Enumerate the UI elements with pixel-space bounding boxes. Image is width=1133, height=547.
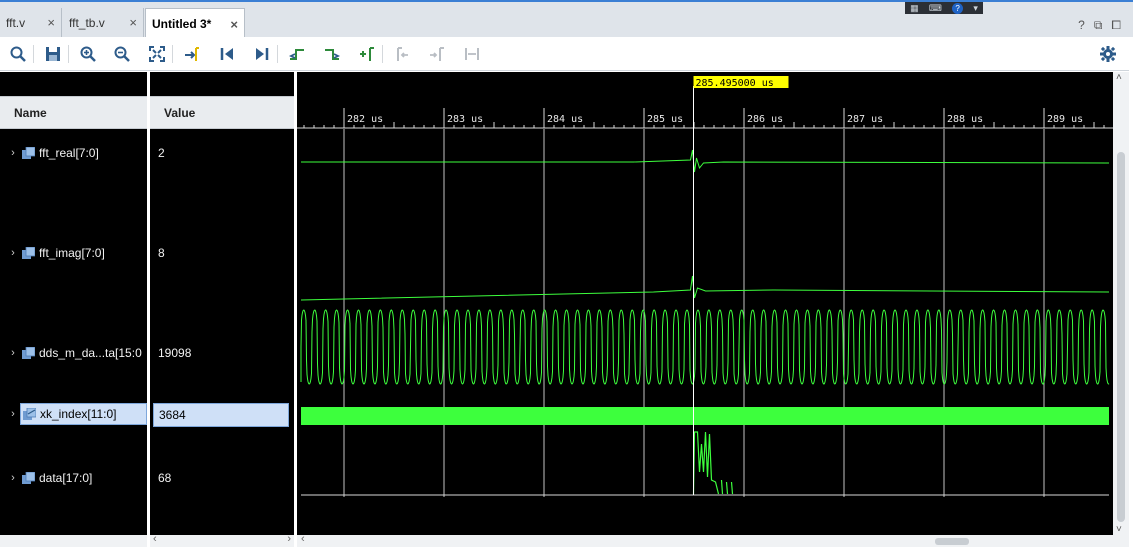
grid-icon[interactable]: ▦ <box>910 3 919 14</box>
scrollbar-thumb[interactable] <box>1117 152 1125 522</box>
ruler-tick-label: 285 us <box>647 114 683 125</box>
signal-name: data[17:0] <box>39 471 93 485</box>
analog-signal-icon <box>22 247 35 259</box>
expand-chevron-icon[interactable]: › <box>6 472 20 484</box>
fft-imag-trace <box>300 275 1110 301</box>
next-transition-icon[interactable] <box>323 45 341 63</box>
signal-value: 2 <box>158 146 165 160</box>
expand-chevron-icon[interactable]: › <box>6 147 20 159</box>
zoom-in-icon[interactable] <box>79 45 97 63</box>
scroll-down-icon[interactable]: ˅ <box>1116 524 1122 535</box>
expand-chevron-icon[interactable]: › <box>6 408 20 420</box>
go-to-cursor-icon[interactable] <box>183 45 201 63</box>
signal-name: xk_index[11:0] <box>40 407 117 421</box>
waveform-horizontal-scrollbar[interactable]: ‹ <box>297 533 1129 547</box>
next-marker-icon <box>428 45 446 63</box>
dropdown-icon[interactable]: ▾ <box>973 3 978 14</box>
tab-fft-tb-v[interactable]: fft_tb.v × <box>63 8 144 37</box>
save-icon[interactable] <box>44 45 62 63</box>
close-icon[interactable]: × <box>129 15 137 30</box>
signal-value-selected: 3684 <box>153 403 289 427</box>
close-icon[interactable]: × <box>230 17 238 32</box>
ruler-tick-label: 283 us <box>447 114 483 125</box>
signal-row-data[interactable]: › data[17:0] <box>0 468 147 488</box>
name-column-header[interactable]: Name <box>0 96 147 129</box>
ruler-tick-label: 284 us <box>547 114 583 125</box>
signal-row-fft-imag[interactable]: › fft_imag[7:0] <box>0 243 147 263</box>
signal-value: 68 <box>158 471 172 485</box>
close-icon[interactable]: × <box>47 15 55 30</box>
waveform-canvas[interactable]: 282 us 283 us 284 us 285 us 286 us 287 us 288 … <box>297 72 1113 547</box>
restore-button[interactable]: ⧉ <box>1094 18 1103 33</box>
ruler-tick-label: 289 us <box>1047 114 1083 125</box>
cursor-time-label: 285.495000 us <box>696 78 774 89</box>
signal-name: fft_real[7:0] <box>39 146 99 160</box>
data-trace <box>692 431 734 495</box>
fft-real-trace <box>301 149 1110 173</box>
swap-cursors-icon <box>463 45 481 63</box>
scrollbar-thumb[interactable] <box>935 538 969 545</box>
waveform-toolbar <box>0 37 1133 71</box>
ruler-tick-label: 286 us <box>747 114 783 125</box>
tab-label: Untitled 3* <box>152 17 212 31</box>
previous-transition-icon[interactable] <box>288 45 306 63</box>
help-button[interactable]: ? <box>1078 18 1085 33</box>
scroll-left-icon[interactable]: ‹ <box>301 533 305 545</box>
window-controls: ? ⧉ ⧠ <box>1078 18 1121 33</box>
tab-fft-v[interactable]: fft.v × <box>0 8 62 37</box>
signal-name: dds_m_da...ta[15:0 <box>39 346 142 360</box>
value-column-header[interactable]: Value <box>150 96 294 129</box>
ruler-tick-label: 288 us <box>947 114 983 125</box>
signal-value: 19098 <box>158 346 192 360</box>
zoom-fit-icon[interactable] <box>148 45 166 63</box>
xk-index-bus-trace <box>301 407 1109 425</box>
name-panel-horizontal-scrollbar[interactable] <box>0 535 147 547</box>
go-to-start-icon[interactable] <box>218 45 236 63</box>
previous-marker-icon <box>393 45 411 63</box>
expand-chevron-icon[interactable]: › <box>6 247 20 259</box>
system-tray: ▦ ⌨ ? ▾ <box>905 2 983 14</box>
scroll-right-icon[interactable]: › <box>287 533 291 545</box>
analog-signal-icon <box>22 472 35 484</box>
analog-signal-icon <box>22 147 35 159</box>
signal-name: fft_imag[7:0] <box>39 246 105 260</box>
expand-chevron-icon[interactable]: › <box>6 347 20 359</box>
analog-signal-icon <box>22 347 35 359</box>
add-marker-icon[interactable] <box>358 45 376 63</box>
tab-label: fft.v <box>6 15 26 30</box>
keyboard-icon[interactable]: ⌨ <box>929 3 942 14</box>
bus-signal-icon <box>23 408 36 420</box>
ruler-tick-label: 287 us <box>847 114 883 125</box>
editor-tab-bar: fft.v × fft_tb.v × Untitled 3* × ▦ ⌨ ? ▾… <box>0 0 1133 39</box>
waveform-vertical-scrollbar[interactable]: ˄ ˅ <box>1113 72 1129 535</box>
signal-row-fft-real[interactable]: › fft_real[7:0] <box>0 143 147 163</box>
zoom-out-icon[interactable] <box>113 45 131 63</box>
value-panel-horizontal-scrollbar[interactable]: ‹ › <box>150 533 294 547</box>
signal-value-panel: Value 2 8 19098 3684 68 ‹ › <box>150 72 294 547</box>
tab-untitled-3[interactable]: Untitled 3* × <box>145 8 245 39</box>
scroll-left-icon[interactable]: ‹ <box>153 533 157 545</box>
signal-row-xk-index[interactable]: › xk_index[11:0] <box>0 403 147 425</box>
scroll-up-icon[interactable]: ˄ <box>1116 72 1122 83</box>
maximize-button[interactable]: ⧠ <box>1111 18 1121 33</box>
ruler-tick-label: 282 us <box>347 114 383 125</box>
help-icon[interactable]: ? <box>952 2 964 14</box>
search-icon[interactable] <box>9 45 27 63</box>
go-to-end-icon[interactable] <box>253 45 271 63</box>
dds-m-data-trace <box>300 309 1110 385</box>
tab-label: fft_tb.v <box>69 15 105 30</box>
waveform-svg[interactable]: 282 us 283 us 284 us 285 us 286 us 287 us 288 … <box>297 72 1113 547</box>
signal-name-panel: Name › fft_real[7:0] › fft_imag[7:0] › d… <box>0 72 147 547</box>
settings-gear-icon[interactable] <box>1099 45 1117 63</box>
signal-value: 8 <box>158 246 165 260</box>
signal-row-dds-m-data[interactable]: › dds_m_da...ta[15:0 <box>0 343 147 363</box>
